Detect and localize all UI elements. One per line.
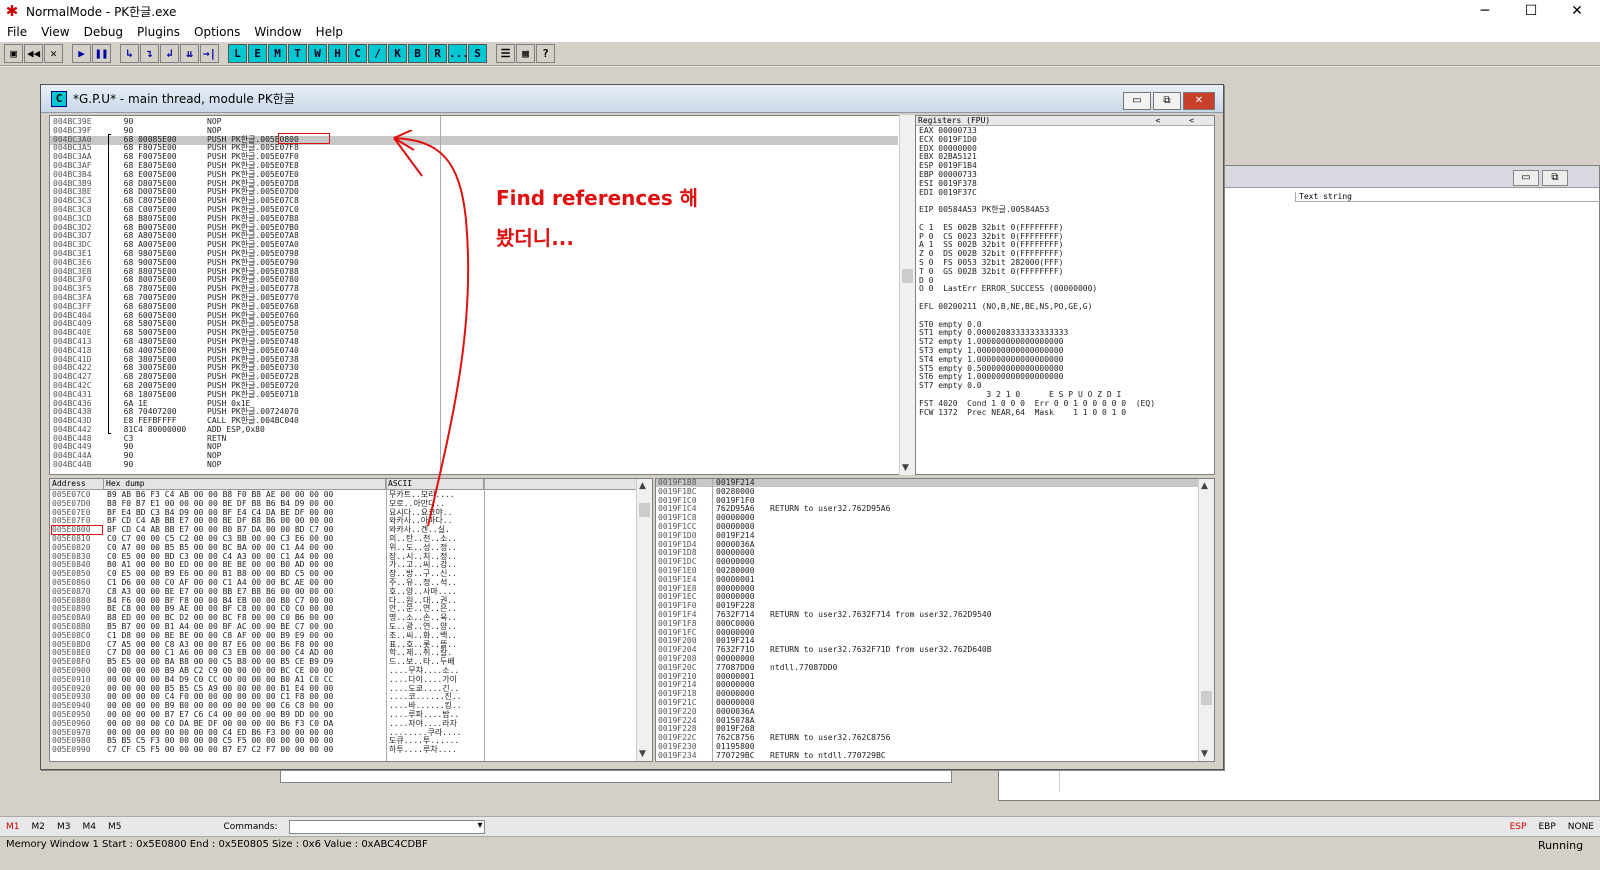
menu-help[interactable]: Help [309,25,350,39]
cpu-icon: C [51,90,67,107]
source-button[interactable]: S [468,44,487,63]
hexdump-column-header[interactable]: Hex dump [104,479,386,489]
annotation-arrow [393,130,470,527]
grid-icon[interactable]: ▦ [516,44,535,63]
commands-input[interactable] [289,819,486,834]
status-bar: M1 M2 M3 M4 M5 Commands: ESP EBP NONE [0,816,1600,836]
highlight-box-dump-address [51,525,103,535]
bg-restore-button[interactable]: ⧉ [1542,170,1568,186]
info-bar: Memory Window 1 Start : 0x5E0800 End : 0… [0,836,1600,870]
menu-bar: File View Debug Plugins Options Window H… [0,22,1600,42]
annotation-line-2: 봤더니... [496,226,574,250]
highlight-box-address [278,133,330,144]
step-over-icon[interactable]: ↴ [140,44,159,63]
text-string-header[interactable]: Text string [1295,192,1600,202]
stack-addresses: 0019F1B8 0019F1BC 0019F1C0 0019F1C4 0019… [658,478,697,760]
windows-button[interactable]: W [308,44,327,63]
dump-hex: B9 AB B6 F3 C4 AB 00 00 B8 F0 B8 AE 00 0… [107,490,334,755]
cpu-minimize-button[interactable]: ▭ [1123,92,1151,110]
execute-till-return-icon[interactable]: →| [200,44,219,63]
help-icon[interactable]: ? [536,44,555,63]
close-button[interactable]: ✕ [1554,0,1600,22]
modules-button[interactable]: E [248,44,267,63]
pause-icon[interactable]: ❚❚ [92,44,111,63]
stack-values: 0019F214 00280000 0019F1F0 762D95A6 0000… [716,478,755,760]
function-bracket [108,134,111,434]
threads-button[interactable]: T [288,44,307,63]
address-column-header[interactable]: Address [50,479,104,489]
close-program-icon[interactable]: ✕ [44,44,63,63]
references-button[interactable]: R [428,44,447,63]
memory-tab-m3[interactable]: M3 [51,822,77,832]
handles-button[interactable]: H [328,44,347,63]
run-trace-button[interactable]: ... [448,44,469,63]
toolbar: ▣ ◀◀ ✕ ▶ ❚❚ ↳ ↴ ↲ ⇊ →| L E M T W H C / K… [0,42,1600,66]
open-icon[interactable]: ▣ [4,44,23,63]
stack-scrollbar[interactable]: ▲ ▼ [1198,479,1214,761]
run-icon[interactable]: ▶ [72,44,91,63]
registers-text: EAX 00000733 ECX 0019F1D0 EDX 00000000 E… [919,126,1156,417]
disasm-hex: 90 90 68 00085E00 68 F8075E00 68 F0075E0… [123,117,187,470]
minimize-button[interactable]: ─ [1462,0,1508,22]
trace-into-icon[interactable]: ↲ [160,44,179,63]
disasm-scrollbar[interactable]: ▼ [899,115,915,475]
restart-icon[interactable]: ◀◀ [24,44,43,63]
dump-ascii: 무카트..모리.... 모로..아만다.. 요시다..요코야.. 와카사..아마… [389,490,462,755]
bg-minimize-button[interactable]: ▭ [1513,170,1539,186]
memory-window-info: Memory Window 1 Start : 0x5E0800 End : 0… [6,839,428,850]
patches-button[interactable]: / [368,44,387,63]
memory-button[interactable]: M [268,44,287,63]
maximize-button[interactable]: ☐ [1508,0,1554,22]
list-icon[interactable]: ☰ [496,44,515,63]
call-stack-button[interactable]: K [388,44,407,63]
app-titlebar: ✱ NormalMode - PK한글.exe ─ ☐ ✕ [0,0,1600,22]
log-window-button[interactable]: L [228,44,247,63]
menu-options[interactable]: Options [187,25,247,39]
memory-tab-m5[interactable]: M5 [102,822,128,832]
disasm-instructions: NOP NOP PUSH PK한글.005E0800 PUSH PK한글.005… [207,117,299,470]
step-into-icon[interactable]: ↳ [120,44,139,63]
memory-tab-m1[interactable]: M1 [0,822,26,832]
trace-over-icon[interactable]: ⇊ [180,44,199,63]
breakpoints-button[interactable]: B [408,44,427,63]
menu-window[interactable]: Window [247,25,308,39]
stack-comments: RETURN to user32.762D95A6 RETURN to user… [770,504,992,760]
menu-view[interactable]: View [34,25,76,39]
memory-tab-m4[interactable]: M4 [77,822,103,832]
cpu-title: *G.P.U* - main thread, module PK한글 [73,92,295,106]
none-register-toggle[interactable]: NONE [1562,822,1600,832]
cpu-restore-button[interactable]: ⧉ [1153,92,1181,110]
commands-label: Commands: [223,821,278,832]
ebp-register-toggle[interactable]: EBP [1532,822,1561,832]
cpu-close-button[interactable]: ✕ [1183,92,1215,110]
annotation-line-1: Find references 해 [496,186,699,210]
menu-file[interactable]: File [0,25,34,39]
esp-register-toggle[interactable]: ESP [1504,822,1533,832]
registers-pane[interactable]: Registers (FPU) < < EAX 00000733 ECX 0019… [915,115,1215,475]
dump-scrollbar[interactable]: ▲ ▼ [636,479,652,761]
memory-tab-m2[interactable]: M2 [26,822,52,832]
disasm-addresses: 004BC39E 004BC39F 004BC3A0 004BC3A5 004B… [53,117,92,470]
disassembly-pane[interactable]: 004BC39E 004BC39F 004BC3A0 004BC3A5 004B… [49,115,957,475]
bug-icon: ✱ [5,2,19,20]
registers-header[interactable]: Registers (FPU) < < [916,116,1214,126]
menu-debug[interactable]: Debug [77,25,130,39]
window-title: NormalMode - PK한글.exe [26,4,177,19]
cpu-button[interactable]: C [348,44,367,63]
cpu-titlebar: C *G.P.U* - main thread, module PK한글 ▭ ⧉… [41,85,1223,113]
hex-dump-pane[interactable]: Address Hex dump ASCII 005E07C0 005E07D0… [49,478,653,762]
stack-pane[interactable]: 0019F1B8 0019F1BC 0019F1C0 0019F1C4 0019… [655,478,1215,762]
menu-plugins[interactable]: Plugins [130,25,187,39]
debugger-state: Running [1538,839,1584,852]
